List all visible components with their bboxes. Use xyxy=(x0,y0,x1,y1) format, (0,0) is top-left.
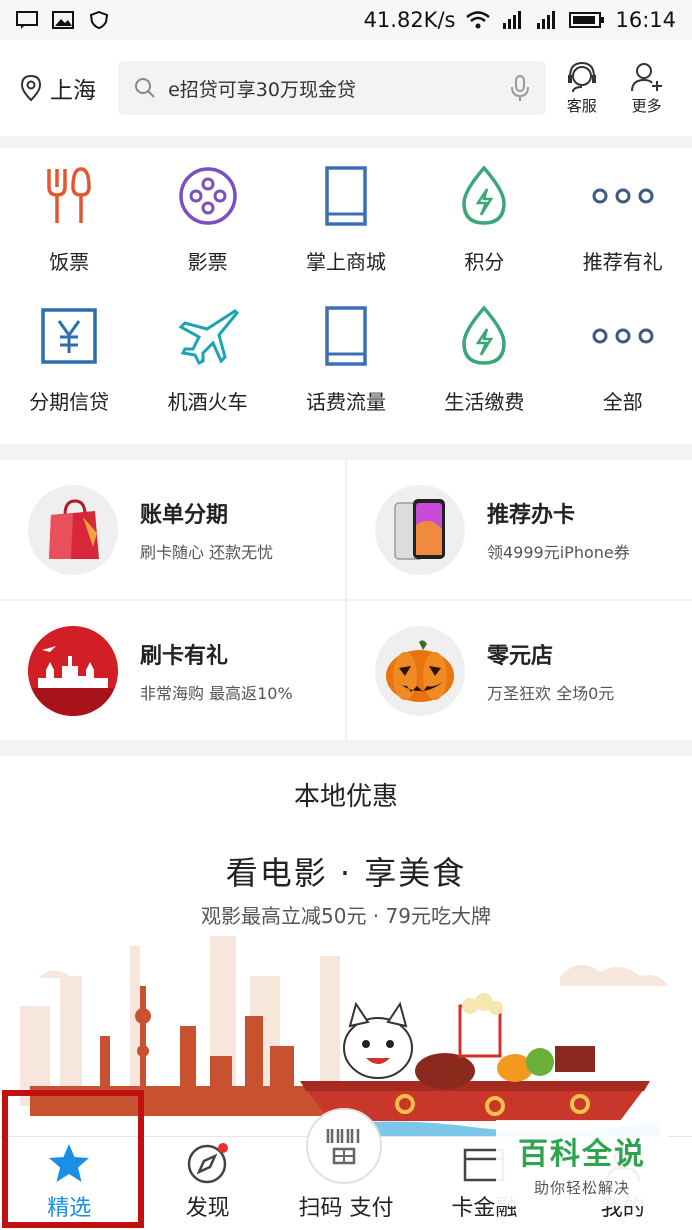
grid-label: 话费流量 xyxy=(305,390,386,414)
section-title: 本地优惠 xyxy=(293,782,398,812)
compass-icon xyxy=(187,1143,228,1184)
local-offers-section: 本地优惠 看电影 · 享美食 观影最高立减50元 · 79元吃大牌 xyxy=(0,756,692,1136)
grid-label: 掌上商城 xyxy=(305,250,386,274)
watermark-subtitle: 助你轻松解决 xyxy=(533,1178,630,1197)
phone-icon xyxy=(375,484,465,575)
grid-item-referral[interactable]: 推荐有礼 xyxy=(554,164,692,304)
grid-item-meal-ticket[interactable]: 饭票 xyxy=(0,164,138,304)
banner-title: 看电影 · 享美食 xyxy=(225,854,467,892)
tab-label: 扫码 支付 xyxy=(298,1196,394,1221)
shield-icon xyxy=(89,11,109,29)
plane-icon xyxy=(176,304,240,368)
drop-bolt-icon xyxy=(452,164,516,228)
grid-label: 积分 xyxy=(464,250,505,274)
watermark-title: 百科全说 xyxy=(518,1136,646,1172)
banner-subtitle: 观影最高立减50元 · 79元吃大牌 xyxy=(201,904,491,928)
promo-subtitle: 万圣狂欢 全场0元 xyxy=(487,683,615,703)
city-travel-icon xyxy=(28,625,118,716)
grid-label: 影票 xyxy=(187,250,228,274)
qr-scan-icon xyxy=(326,1129,360,1165)
pumpkin-icon xyxy=(375,625,465,716)
search-input[interactable]: e招贷可享30万现金贷 xyxy=(118,61,547,115)
headset-icon xyxy=(567,61,596,92)
service-grid: 饭票 影票 掌上商城 积分 推荐有礼 分期信贷 机酒火车 话费流量 生活缴费 全… xyxy=(0,148,692,444)
network-speed: 41.82K/s xyxy=(363,8,456,32)
promo-title: 推荐办卡 xyxy=(487,502,576,528)
search-icon xyxy=(135,78,155,98)
search-placeholder: e招贷可享30万现金贷 xyxy=(168,78,356,101)
location-selector[interactable]: 上海 xyxy=(20,71,118,105)
shopping-bag-icon xyxy=(28,484,118,575)
tab-discover[interactable]: 发现 xyxy=(138,1137,276,1230)
watermark: 百科全说 助你轻松解决 xyxy=(496,1120,668,1206)
promo-zero-store[interactable]: 零元店 万圣狂欢 全场0元 xyxy=(347,601,692,740)
grid-item-installment[interactable]: 分期信贷 xyxy=(0,304,138,444)
message-icon xyxy=(16,11,38,29)
microphone-icon[interactable] xyxy=(510,74,530,102)
promo-subtitle: 非常海购 最高返10% xyxy=(140,683,293,703)
wifi-icon xyxy=(466,11,491,29)
customer-service-button[interactable]: 客服 xyxy=(552,61,611,116)
signal-icon xyxy=(503,11,522,29)
battery-icon xyxy=(569,12,605,28)
add-user-icon xyxy=(630,62,662,91)
more-button[interactable]: 更多 xyxy=(617,61,676,116)
grid-item-points[interactable]: 积分 xyxy=(415,164,553,304)
drop-bolt-icon xyxy=(452,304,516,368)
promo-section: 账单分期 刷卡随心 还款无忧 推荐办卡 领4999元iPhone券 刷卡有礼 非… xyxy=(0,460,692,740)
more-label: 更多 xyxy=(631,96,662,115)
fork-knife-icon xyxy=(37,164,101,228)
location-label: 上海 xyxy=(50,78,96,104)
promo-subtitle: 领4999元iPhone券 xyxy=(487,542,630,562)
image-icon xyxy=(52,11,74,29)
grid-label: 机酒火车 xyxy=(167,390,248,414)
tab-label: 发现 xyxy=(185,1196,230,1221)
tablet-icon xyxy=(314,164,378,228)
promo-title: 刷卡有礼 xyxy=(140,643,229,669)
yuan-icon xyxy=(37,304,101,368)
dots-icon xyxy=(591,304,655,368)
promo-title: 账单分期 xyxy=(140,502,229,528)
grid-label: 生活缴费 xyxy=(444,390,525,414)
customer-service-label: 客服 xyxy=(566,96,597,115)
status-bar: 41.82K/s 16:14 xyxy=(0,0,692,40)
grid-label: 推荐有礼 xyxy=(582,250,663,274)
promo-subtitle: 刷卡随心 还款无忧 xyxy=(140,542,274,562)
promo-title: 零元店 xyxy=(487,643,554,669)
signal-icon-2 xyxy=(537,11,556,29)
grid-item-all[interactable]: 全部 xyxy=(554,304,692,444)
grid-item-utilities[interactable]: 生活缴费 xyxy=(415,304,553,444)
promo-recommend-card[interactable]: 推荐办卡 领4999元iPhone券 xyxy=(347,460,692,599)
grid-item-movie-ticket[interactable]: 影票 xyxy=(138,164,276,304)
tablet-icon xyxy=(314,304,378,368)
film-reel-icon xyxy=(176,164,240,228)
dots-icon xyxy=(591,164,655,228)
grid-item-phone-bill[interactable]: 话费流量 xyxy=(277,304,415,444)
promo-bill-installment[interactable]: 账单分期 刷卡随心 还款无忧 xyxy=(0,460,345,599)
grid-item-travel[interactable]: 机酒火车 xyxy=(138,304,276,444)
selection-highlight xyxy=(2,1090,144,1228)
grid-item-mall[interactable]: 掌上商城 xyxy=(277,164,415,304)
header: 上海 e招贷可享30万现金贷 客服 更多 xyxy=(0,40,692,136)
location-pin-icon xyxy=(20,74,42,102)
grid-label: 饭票 xyxy=(49,250,90,274)
clock: 16:14 xyxy=(615,8,676,32)
grid-label: 分期信贷 xyxy=(29,390,110,414)
scan-button[interactable] xyxy=(306,1108,382,1184)
grid-label: 全部 xyxy=(602,390,643,414)
promo-swipe-gift[interactable]: 刷卡有礼 非常海购 最高返10% xyxy=(0,601,345,740)
